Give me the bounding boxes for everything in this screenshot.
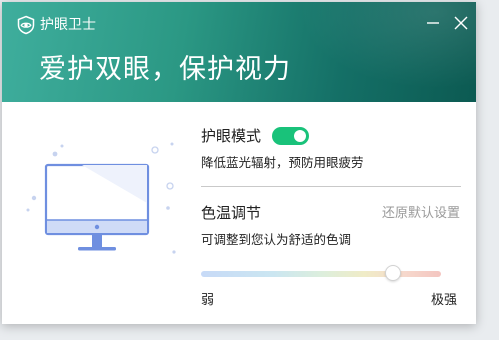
slider-max-label: 极强 [431,293,458,308]
minimize-button[interactable] [422,12,444,34]
eye-mode-label: 护眼模式 [201,127,262,145]
eye-mode-toggle[interactable] [272,127,309,145]
window-title: 护眼卫士 [40,17,96,33]
monitor-illustration [26,142,176,254]
minimize-icon [427,22,439,24]
eye-protection-window: 护眼卫士 爱护双眼，保护视力 护眼模式 降低蓝光辐射，预防用眼疲劳 色温调节 还… [2,2,476,324]
color-temp-description: 可调整到您认为舒适的色调 [201,232,352,247]
slogan-text: 爱护双眼，保护视力 [39,54,291,85]
close-button[interactable] [450,12,472,34]
slider-min-label: 弱 [201,293,215,308]
section-divider [201,186,461,187]
eye-mode-description: 降低蓝光辐射，预防用眼疲劳 [201,155,364,170]
close-icon [454,16,468,30]
color-temp-slider-thumb[interactable] [385,265,401,281]
toggle-knob [294,130,306,142]
header-banner: 护眼卫士 爱护双眼，保护视力 [2,2,476,102]
color-temp-slider-track[interactable] [201,271,441,277]
reset-default-link[interactable]: 还原默认设置 [382,205,460,223]
eye-shield-icon [17,15,35,35]
color-temp-label: 色温调节 [201,204,262,222]
